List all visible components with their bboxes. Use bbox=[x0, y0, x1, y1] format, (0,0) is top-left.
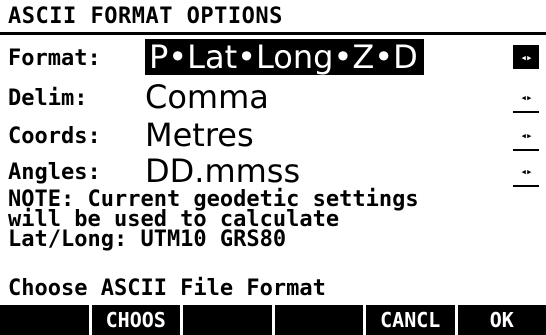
format-value[interactable]: P•Lat•Long•Z•D bbox=[145, 39, 424, 75]
title-bar: ASCII FORMAT OPTIONS bbox=[0, 2, 546, 35]
angles-label: Angles: bbox=[8, 160, 101, 185]
coords-choose-arrows-icon[interactable]: ◂▸ bbox=[513, 123, 539, 147]
coords-label: Coords: bbox=[8, 124, 101, 149]
format-field-row[interactable]: Format: P•Lat•Long•Z•D ◂▸ bbox=[0, 38, 546, 78]
angles-choose-arrows-icon[interactable]: ◂▸ bbox=[513, 159, 539, 183]
softkey-1[interactable] bbox=[0, 305, 89, 335]
geodetic-note: NOTE: Current geodetic settings will be … bbox=[8, 187, 419, 252]
delim-arrows-underline bbox=[513, 111, 539, 113]
softkey-4[interactable] bbox=[274, 305, 363, 335]
angles-value[interactable]: DD.mmss bbox=[145, 153, 300, 189]
screen-title: ASCII FORMAT OPTIONS bbox=[8, 4, 283, 29]
softkey-3[interactable] bbox=[183, 305, 272, 335]
format-choose-arrows-icon[interactable]: ◂▸ bbox=[513, 45, 539, 69]
calculator-screen: ASCII FORMAT OPTIONS Format: P•Lat•Long•… bbox=[0, 0, 546, 335]
delim-choose-arrows-icon[interactable]: ◂▸ bbox=[513, 85, 539, 109]
delim-field-row[interactable]: Delim: Comma ◂▸ bbox=[0, 78, 546, 118]
coords-field-row[interactable]: Coords: Metres ◂▸ bbox=[0, 116, 546, 156]
softkey-menu: CHOOS CANCL OK bbox=[0, 305, 546, 335]
status-hint: Choose ASCII File Format bbox=[8, 276, 326, 301]
title-divider bbox=[0, 32, 546, 35]
delim-label: Delim: bbox=[8, 86, 88, 111]
angles-field-row[interactable]: Angles: DD.mmss ◂▸ bbox=[0, 152, 546, 192]
coords-value[interactable]: Metres bbox=[145, 117, 254, 153]
format-label: Format: bbox=[8, 46, 101, 71]
angles-arrows-underline bbox=[513, 185, 539, 187]
choose-softkey[interactable]: CHOOS bbox=[91, 305, 180, 335]
cancel-softkey[interactable]: CANCL bbox=[366, 305, 455, 335]
coords-arrows-underline bbox=[513, 149, 539, 151]
ok-softkey[interactable]: OK bbox=[457, 305, 546, 335]
delim-value[interactable]: Comma bbox=[145, 79, 269, 115]
